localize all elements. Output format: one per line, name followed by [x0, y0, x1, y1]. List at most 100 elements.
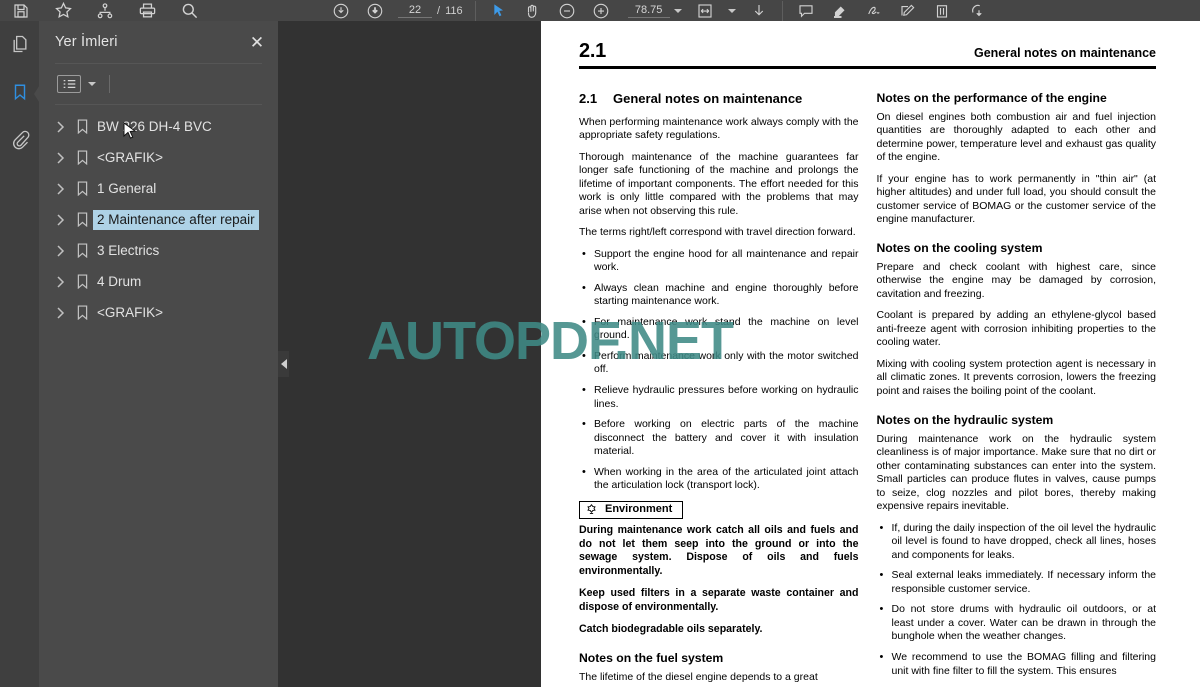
environment-paragraph: During maintenance work catch all oils a… — [579, 523, 859, 578]
sidebar-item-attachments[interactable] — [5, 127, 35, 157]
bookmark-row[interactable]: BW 226 DH-4 BVC — [39, 111, 278, 142]
bookmark-item-label: 1 General — [97, 181, 157, 196]
hand-tool-icon[interactable] — [522, 0, 544, 21]
pencil-edit-icon[interactable] — [897, 0, 919, 21]
body-paragraph: Prepare and check coolant with highest c… — [876, 260, 1157, 300]
search-icon[interactable] — [178, 0, 200, 21]
section-heading: 2.1 General notes on maintenance — [579, 91, 859, 106]
bookmark-row[interactable]: <GRAFIK> — [39, 142, 278, 173]
left-bullet-list: Support the engine hood for all maintena… — [579, 247, 859, 493]
bookmark-item-label: <GRAFIK> — [97, 150, 164, 165]
page-running-header: 2.1 General notes on maintenance — [579, 40, 1156, 69]
chevron-right-icon[interactable] — [53, 151, 67, 165]
bullet-item: Support the engine hood for all maintena… — [579, 247, 859, 275]
bookmark-icon — [11, 81, 29, 108]
tree-view-icon[interactable] — [94, 0, 116, 21]
trash-icon[interactable] — [931, 0, 953, 21]
fit-mode-chevron-icon[interactable] — [727, 8, 736, 13]
bookmarks-tree: BW 226 DH-4 BVC <GRAFIK> 1 General 2 Mainte… — [39, 105, 278, 328]
top-toolbar: 22 / 116 78.75 — [0, 0, 1200, 21]
toolbar-divider — [474, 0, 476, 21]
bookmark-row[interactable]: 4 Drum — [39, 266, 278, 297]
bookmark-item-icon — [73, 149, 91, 167]
bullet-item: Before working on electric parts of the … — [579, 417, 859, 459]
bookmark-star-icon[interactable] — [52, 0, 74, 21]
cooling-heading: Notes on the cooling system — [876, 240, 1043, 255]
bookmark-item-icon — [73, 242, 91, 260]
sidebar-item-bookmarks[interactable] — [5, 79, 41, 109]
chevron-right-icon[interactable] — [53, 182, 67, 196]
highlight-icon[interactable] — [829, 0, 851, 21]
environment-paragraphs: During maintenance work catch all oils a… — [579, 524, 859, 637]
body-paragraph: During maintenance work on the hydraulic… — [876, 432, 1157, 513]
freehand-draw-icon[interactable] — [863, 0, 885, 21]
list-options-icon[interactable] — [57, 75, 81, 93]
select-cursor-icon[interactable] — [488, 0, 510, 21]
body-paragraph: If your engine has to work permanently i… — [876, 172, 1157, 226]
body-paragraph: Mixing with cooling system protection ag… — [876, 357, 1157, 397]
bookmark-item-icon — [73, 304, 91, 322]
attachment-icon — [10, 130, 30, 155]
hydraulic-heading: Notes on the hydraulic system — [876, 412, 1054, 427]
chevron-right-icon[interactable] — [53, 244, 67, 258]
engine-paragraphs: On diesel engines both combustion air an… — [877, 111, 1157, 227]
print-icon[interactable] — [136, 0, 158, 21]
body-paragraph: On diesel engines both combustion air an… — [876, 110, 1157, 164]
hydraulic-bullet-list: If, during the daily inspection of the o… — [877, 521, 1156, 678]
body-paragraph: When performing maintenance work always … — [579, 115, 859, 142]
panel-collapse-handle[interactable] — [278, 351, 289, 377]
download-icon[interactable] — [748, 0, 770, 21]
zoom-level-field[interactable]: 78.75 — [627, 4, 682, 18]
zoom-value[interactable]: 78.75 — [627, 4, 670, 18]
page-total: 116 — [445, 4, 463, 17]
comment-icon[interactable] — [795, 0, 817, 21]
chevron-left-icon — [280, 359, 287, 369]
chevron-right-icon[interactable] — [53, 213, 67, 227]
bullet-item: Relieve hydraulic pressures before worki… — [579, 383, 859, 411]
bookmarks-panel-header: Yer İmleri ✕ — [39, 21, 278, 63]
toolbar-right-group: 22 / 116 78.75 — [300, 0, 1200, 21]
stamp-icon[interactable] — [965, 0, 987, 21]
save-icon[interactable] — [10, 0, 32, 21]
bookmark-row[interactable]: 3 Electrics — [39, 235, 278, 266]
bookmark-row[interactable]: 2 Maintenance after repair — [39, 204, 278, 235]
body-paragraph: Coolant is prepared by adding an ethylen… — [876, 309, 1157, 349]
bookmarks-options-chevron-icon[interactable] — [88, 82, 96, 86]
fit-width-icon[interactable] — [694, 0, 716, 21]
bullet-item: If, during the daily inspection of the o… — [877, 521, 1156, 563]
bookmark-row[interactable]: 1 General — [39, 173, 278, 204]
bullet-item: Do not store drums with hydraulic oil ou… — [877, 602, 1156, 644]
pages-icon — [10, 34, 30, 59]
bookmark-item-icon — [73, 118, 91, 136]
left-column: 2.1 General notes on maintenance When pe… — [579, 91, 859, 687]
environment-paragraph: Catch biodegradable oils separately. — [579, 622, 763, 635]
bullet-item: Always clean machine and engine thorough… — [579, 281, 859, 309]
bullet-item: Perform maintenance work only with the m… — [579, 349, 859, 377]
bookmarks-panel: Yer İmleri ✕ BW 226 DH-4 BVC <GRAFIK> 1 Ge… — [39, 21, 278, 687]
bookmark-item-icon — [73, 180, 91, 198]
chevron-right-icon[interactable] — [53, 306, 67, 320]
chevron-down-icon[interactable] — [673, 8, 682, 13]
fuel-system-paragraph: The lifetime of the diesel engine depend… — [579, 670, 818, 683]
page-separator: / — [437, 4, 441, 17]
bookmark-item-label: 3 Electrics — [97, 243, 160, 258]
section-heading-number: 2.1 — [579, 90, 598, 106]
zoom-minus-circle-icon[interactable] — [556, 0, 578, 21]
page-down-circle-icon[interactable] — [364, 0, 386, 21]
zoom-out-circle-icon[interactable] — [330, 0, 352, 21]
sidebar-item-pages[interactable] — [5, 31, 35, 61]
zoom-plus-circle-icon[interactable] — [590, 0, 612, 21]
bookmark-item-label: 2 Maintenance after repair — [91, 208, 261, 232]
hydraulic-paragraphs: During maintenance work on the hydraulic… — [877, 433, 1157, 514]
chevron-right-icon[interactable] — [53, 120, 67, 134]
bookmark-item-icon — [73, 273, 91, 291]
pdf-page[interactable]: 2.1 General notes on maintenance 2.1 Gen… — [541, 21, 1200, 687]
page-number-field[interactable]: 22 / 116 — [398, 4, 463, 18]
body-paragraph: Thorough maintenance of the machine guar… — [579, 150, 859, 217]
page-current[interactable]: 22 — [398, 4, 432, 18]
engine-heading: Notes on the performance of the engine — [876, 90, 1107, 105]
chevron-right-icon[interactable] — [53, 275, 67, 289]
bookmark-row[interactable]: <GRAFIK> — [39, 297, 278, 328]
left-icon-rail — [0, 21, 41, 687]
close-icon[interactable]: ✕ — [246, 31, 268, 53]
